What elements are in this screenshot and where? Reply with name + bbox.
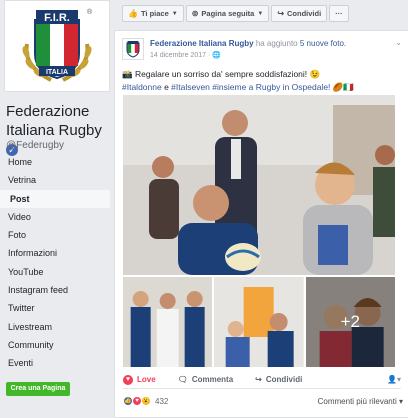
post-date-text: 14 dicembre 2017 · [150,52,213,59]
more-options-button[interactable]: ··· [329,5,349,22]
post-card: Federazione Italiana Rugby ha aggiunto 5… [114,30,408,418]
nav-item-twitter[interactable]: Twitter [0,299,110,317]
page-nav: Home Vetrina Post Video Foto Informazion… [0,153,110,373]
share-button[interactable]: ↪ Condividi [255,375,302,384]
love-button[interactable]: ♥ Love [123,374,156,385]
left-column: F.I.R. ITALIA ® Federazione Italiana Rug… [0,0,113,418]
post-options-chevron-icon[interactable]: ⌄ [395,38,402,47]
photo-rugby-hospital [123,95,395,275]
nav-item-foto[interactable]: Foto [0,226,110,244]
thumbs-up-icon: 👍 [128,9,138,18]
nav-item-home[interactable]: Home [0,153,110,171]
comment-label: Commenta [191,375,234,384]
avatar-icon: 👤 [387,375,397,384]
nav-item-livestream[interactable]: Livestream [0,318,110,336]
logo-sub-text: ITALIA [46,69,68,76]
nav-item-informazioni[interactable]: Informazioni [0,244,110,262]
conjunction-text: e [161,82,172,92]
camera-icon: 📸 [122,69,133,79]
more-photos-overlay[interactable]: +2 [305,277,395,367]
post-actions-bar: ♥ Love 🗨 Commenta ↪ Condividi 👤▾ [123,371,401,389]
like-page-button[interactable]: 👍 Ti piace ▼ [122,5,184,22]
reactions-summary: 👍 ♥ 😮 432 Commenti più rilevanti ▾ [123,393,403,409]
post-photo-main[interactable] [123,95,395,275]
profile-picture[interactable]: F.I.R. ITALIA ® [4,0,110,92]
comment-button[interactable]: 🗨 Commenta [178,375,234,384]
love-label: Love [137,375,156,384]
post-photo-thumb-1[interactable] [123,277,213,367]
globe-icon: 🌐 [212,52,221,59]
emoji-tail: 🏉🇮🇹 [330,82,354,92]
nav-item-instagram-feed[interactable]: Instagram feed [0,281,110,299]
share-label: Condividi [265,375,303,384]
hashtag-italseven[interactable]: #Italseven [171,82,210,92]
follow-page-label: Pagina seguita [201,9,255,18]
post-photo-thumbnails: +2 [123,277,395,367]
nav-item-community[interactable]: Community [0,336,110,354]
reaction-count[interactable]: 432 [155,397,168,406]
like-page-label: Ti piace [140,9,169,18]
love-reaction-icon: ♥ [123,374,133,385]
post-author-link[interactable]: Federazione Italiana Rugby [150,39,254,48]
share-page-label: Condividi [287,9,322,18]
post-photo-thumb-3[interactable]: +2 [305,277,395,367]
photo-ward-visit [214,277,304,367]
nav-item-youtube[interactable]: YouTube [0,263,110,281]
chevron-down-icon: ▼ [257,10,264,17]
post-action-text: ha aggiunto [255,39,298,48]
chevron-down-icon: ▼ [171,10,178,17]
photo-team-group [123,277,213,367]
nav-item-video[interactable]: Video [0,208,110,226]
hashtag-insieme[interactable]: #insieme a Rugby in Ospedale! [212,82,330,92]
share-arrow-icon: ↪ [255,375,262,384]
page-name-text: Federazione Italiana Rugby [6,103,102,139]
create-page-button[interactable]: Crea una Pagina [6,382,70,396]
fir-shield-icon [126,41,140,58]
chevron-down-icon: ▾ [396,375,401,384]
comment-sort-dropdown[interactable]: Commenti più rilevanti ▾ [318,397,403,406]
logo-text: F.I.R. [44,12,70,24]
share-arrow-icon: ↪ [277,9,285,18]
comment-icon: 🗨 [177,375,188,384]
photos-link[interactable]: 5 nuove foto. [300,39,346,48]
post-header: Federazione Italiana Rugby ha aggiunto 5… [150,39,400,49]
nav-item-post[interactable]: Post [0,189,110,208]
post-text: 📸 Regalare un sorriso da' sempre soddisf… [122,68,405,94]
hashtag-italdonne[interactable]: #Italdonne [122,82,162,92]
share-page-button[interactable]: ↪ Condividi [271,5,328,22]
post-text-line2: #Italdonne e #Italseven #insieme a Rugby… [122,81,405,94]
post-line1-text: Regalare un sorriso da' sempre soddisfaz… [134,69,321,79]
audience-selector[interactable]: 👤▾ [387,375,401,384]
post-photo-thumb-2[interactable] [214,277,304,367]
page-action-bar: 👍 Ti piace ▼ ⊚ Pagina seguita ▼ ↪ Condiv… [122,5,349,23]
registered-mark: ® [87,8,93,16]
fir-logo: F.I.R. ITALIA ® [22,8,93,82]
post-date[interactable]: 14 dicembre 2017 · 🌐 [150,51,221,59]
follow-page-button[interactable]: ⊚ Pagina seguita ▼ [185,5,270,22]
page-handle[interactable]: @Federugby [6,140,64,151]
wow-reaction-icon[interactable]: 😮 [141,396,151,406]
nav-item-eventi[interactable]: Eventi [0,354,110,372]
post-author-avatar[interactable] [122,38,144,60]
post-text-line1: 📸 Regalare un sorriso da' sempre soddisf… [122,68,405,81]
facebook-page: F.I.R. ITALIA ® Federazione Italiana Rug… [0,0,408,418]
nav-item-vetrina[interactable]: Vetrina [0,171,110,189]
rss-icon: ⊚ [191,9,199,18]
